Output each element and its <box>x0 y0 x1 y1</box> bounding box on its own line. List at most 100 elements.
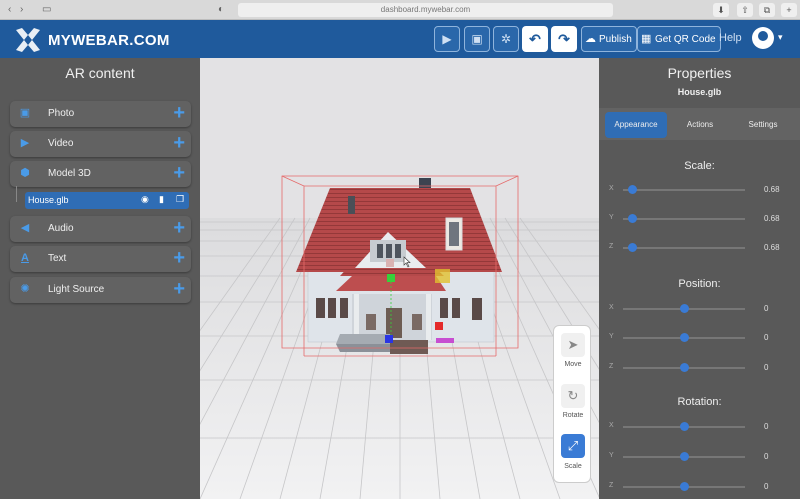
scale-icon: ⤢ <box>567 438 579 453</box>
photo-icon: ▣ <box>19 107 31 119</box>
content-item-label: Photo <box>48 108 75 119</box>
transform-tools: ➤ Move ↻ Rotate ⤢ Scale <box>553 325 591 483</box>
scale-x-slider[interactable]: X 0.68 <box>599 183 800 197</box>
x-axis-handle[interactable] <box>435 322 443 330</box>
content-item-label: Model 3D <box>48 168 91 179</box>
axis-label: X <box>609 185 614 192</box>
scene-canvas[interactable] <box>200 58 599 499</box>
forward-icon[interactable]: › <box>20 4 23 15</box>
rotate-tool-button[interactable]: ↻ <box>561 384 585 408</box>
add-text-button[interactable]: + <box>173 247 185 269</box>
content-item-model-3d[interactable]: ⬢ Model 3D + <box>10 161 191 187</box>
help-link[interactable]: Help <box>719 32 742 44</box>
slider-value: 0 <box>764 363 769 372</box>
scale-handle[interactable] <box>435 269 450 283</box>
rotate-icon: ↻ <box>567 388 579 403</box>
scale-tool-button[interactable]: ⤢ <box>561 434 585 458</box>
back-icon[interactable]: ‹ <box>8 4 11 15</box>
rotation-z-slider[interactable]: Z 0 <box>599 480 800 494</box>
app-header: MYWEBAR.COM ▶ ▣ ✲ ↶ ↷ ☁ Publish ▦ Get QR C… <box>0 20 800 58</box>
shield-icon: ◐ <box>218 4 225 15</box>
content-item-photo[interactable]: ▣ Photo + <box>10 101 191 127</box>
content-item-audio[interactable]: ◀ Audio + <box>10 216 191 242</box>
get-qr-code-button[interactable]: ▦ Get QR Code <box>637 26 721 52</box>
rotation-y-slider[interactable]: Y 0 <box>599 450 800 464</box>
tab-appearance[interactable]: Appearance <box>605 112 667 138</box>
slider-track[interactable] <box>623 247 745 249</box>
slider-knob[interactable] <box>628 185 638 194</box>
tabs-icon[interactable]: ⧉ <box>759 3 775 17</box>
slider-knob[interactable] <box>679 482 689 491</box>
position-z-slider[interactable]: Z 0 <box>599 361 800 375</box>
z-axis-handle[interactable] <box>385 335 393 343</box>
y-axis-handle[interactable] <box>387 274 395 282</box>
save-button[interactable]: ▣ <box>464 26 490 52</box>
add-photo-button[interactable]: + <box>173 102 185 124</box>
undo-button[interactable]: ↶ <box>522 26 548 52</box>
copy-icon[interactable]: ❐ <box>176 194 184 205</box>
slider-knob[interactable] <box>679 333 689 342</box>
slider-track[interactable] <box>623 218 745 220</box>
content-item-label: Text <box>48 253 67 264</box>
add-tab-icon[interactable]: + <box>781 3 797 17</box>
position-y-slider[interactable]: Y 0 <box>599 331 800 345</box>
rotation-section-title: Rotation: <box>677 396 722 408</box>
tab-settings[interactable]: Settings <box>735 112 791 138</box>
slider-knob[interactable] <box>679 363 689 372</box>
eye-icon[interactable]: ◉ <box>141 194 149 205</box>
slider-track[interactable] <box>623 189 745 191</box>
publish-button[interactable]: ☁ Publish <box>581 26 637 52</box>
xz-plane-handle[interactable] <box>436 338 454 343</box>
content-item-label: Light Source <box>48 284 105 295</box>
slider-knob[interactable] <box>628 243 638 252</box>
settings-button[interactable]: ✲ <box>493 26 519 52</box>
content-item-label: Audio <box>48 223 74 234</box>
move-tool-button[interactable]: ➤ <box>561 333 585 357</box>
slider-knob[interactable] <box>628 214 638 223</box>
slider-value: 0 <box>764 452 769 461</box>
house-model[interactable] <box>296 178 502 354</box>
position-x-slider[interactable]: X 0 <box>599 302 800 316</box>
tab-actions[interactable]: Actions <box>673 112 727 138</box>
qr-icon: ▦ <box>641 33 652 45</box>
preview-button[interactable]: ▶ <box>434 26 460 52</box>
logo-icon <box>16 28 40 52</box>
chevron-down-icon[interactable]: ▾ <box>778 32 783 43</box>
add-model-button[interactable]: + <box>173 162 185 184</box>
axis-label: X <box>609 304 614 311</box>
content-item-text[interactable]: A Text + <box>10 246 191 272</box>
axis-label: Z <box>609 482 614 489</box>
content-item-light-source[interactable]: ✺ Light Source + <box>10 277 191 303</box>
text-icon: A <box>21 252 29 264</box>
speaker-icon: ◀ <box>20 222 30 234</box>
scale-y-slider[interactable]: Y 0.68 <box>599 212 800 226</box>
content-item-video[interactable]: ▶ Video + <box>10 131 191 157</box>
trash-icon[interactable]: ▮ <box>159 194 164 205</box>
center-handle[interactable] <box>386 259 394 267</box>
add-light-button[interactable]: + <box>173 278 185 300</box>
share-icon[interactable]: ⇧ <box>737 3 753 17</box>
url-bar[interactable]: dashboard.mywebar.com <box>238 3 613 17</box>
scene-viewport[interactable] <box>200 58 599 499</box>
undo-icon: ↶ <box>529 31 541 47</box>
slider-knob[interactable] <box>679 304 689 313</box>
model-file-item[interactable]: House.glb ◉ ▮ ❐ <box>25 192 189 209</box>
qr-label: Get QR Code <box>655 34 716 45</box>
rotate-tool-label: Rotate <box>562 412 584 419</box>
play-icon: ▶ <box>442 32 452 46</box>
slider-knob[interactable] <box>679 452 689 461</box>
selected-object-name: House.glb <box>677 87 722 97</box>
download-icon[interactable]: ⬇ <box>713 3 729 17</box>
avatar[interactable] <box>752 27 774 49</box>
add-video-button[interactable]: + <box>173 132 185 154</box>
panel-title: AR content <box>65 65 135 81</box>
properties-panel: Properties House.glb Appearance Actions … <box>599 58 800 499</box>
slider-knob[interactable] <box>679 422 689 431</box>
redo-button[interactable]: ↷ <box>551 26 577 52</box>
axis-label: Z <box>609 363 614 370</box>
scale-z-slider[interactable]: Z 0.68 <box>599 241 800 255</box>
panel-title: Properties <box>667 65 732 81</box>
rotation-x-slider[interactable]: X 0 <box>599 420 800 434</box>
add-audio-button[interactable]: + <box>173 217 185 239</box>
sidebar-toggle-icon[interactable]: ▭ <box>42 4 51 15</box>
